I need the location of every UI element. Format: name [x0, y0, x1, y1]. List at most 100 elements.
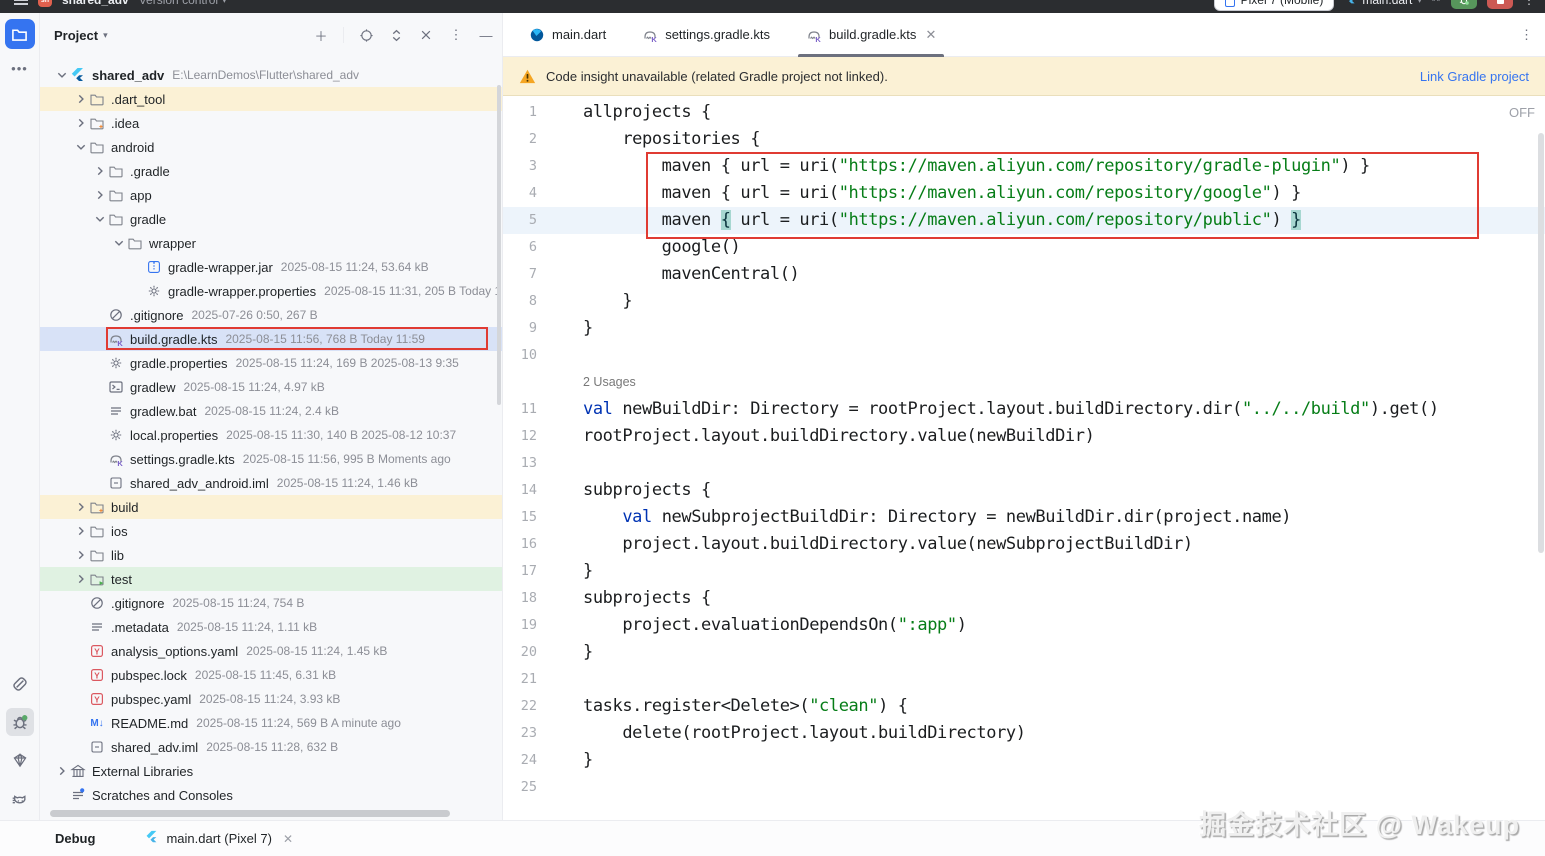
tree-row-gradle.properties[interactable]: gradle.properties2025-08-15 11:24, 169 B… [40, 351, 503, 375]
tree-row-Scratches-and-Consoles[interactable]: Scratches and Consoles [40, 783, 503, 806]
editor-options-icon[interactable]: ⋮ [1520, 27, 1533, 43]
usages-inlay-hint[interactable]: 2 Usages [503, 369, 636, 396]
tree-chevron-icon[interactable] [54, 67, 70, 83]
tree-row-shared_adv[interactable]: shared_advE:\LearnDemos\Flutter\shared_a… [40, 63, 503, 87]
titlebar-project-name[interactable]: shared_adv [62, 0, 129, 7]
hide-panel-icon[interactable]: — [478, 27, 494, 43]
line-number: 12 [503, 423, 559, 450]
tree-chevron-spacer [73, 643, 89, 659]
link-gradle-project-action[interactable]: Link Gradle project [1420, 69, 1529, 84]
code-line-6: 6 google() [503, 234, 1545, 261]
tree-row-gradlew.bat[interactable]: gradlew.bat2025-08-15 11:24, 2.4 kB [40, 399, 503, 423]
tree-row-test[interactable]: test [40, 567, 503, 591]
tree-row-local.properties[interactable]: local.properties2025-08-15 11:30, 140 B … [40, 423, 503, 447]
debug-label[interactable]: Debug [55, 831, 95, 846]
main-menu-icon[interactable] [14, 0, 28, 7]
tree-vertical-scrollbar[interactable] [497, 85, 501, 405]
tree-row-analysis_options.yaml[interactable]: Yanalysis_options.yaml2025-08-15 11:24, … [40, 639, 503, 663]
code-line-20: 20} [503, 639, 1545, 666]
tree-item-label: local.properties [130, 428, 218, 443]
project-tool-button[interactable] [5, 19, 35, 49]
close-icon[interactable]: ✕ [283, 832, 293, 846]
device-selector[interactable]: Pixel 7 (Mobile) [1214, 0, 1335, 11]
more-actions-icon[interactable]: ⋮ [1523, 0, 1535, 7]
inspections-widget[interactable]: OFF [1509, 105, 1535, 120]
tree-chevron-icon[interactable] [111, 235, 127, 251]
tree-chevron-spacer [130, 259, 146, 275]
devtools-cat-icon[interactable] [6, 784, 34, 812]
tree-chevron-icon[interactable] [54, 763, 70, 779]
line-number: 8 [503, 288, 559, 315]
tree-row-.idea[interactable]: .idea [40, 111, 503, 135]
tree-row-.metadata[interactable]: .metadata2025-08-15 11:24, 1.11 kB [40, 615, 503, 639]
tree-row-app[interactable]: app [40, 183, 503, 207]
tree-row-build.gradle.kts[interactable]: Kbuild.gradle.kts2025-08-15 11:56, 768 B… [40, 327, 503, 351]
collapse-all-icon[interactable] [418, 27, 434, 43]
tree-chevron-icon[interactable] [73, 571, 89, 587]
stop-button[interactable] [1487, 0, 1513, 9]
tree-chevron-icon[interactable] [73, 115, 89, 131]
markdown-icon: M↓ [89, 715, 105, 731]
tree-row-gradle-wrapper.jar[interactable]: gradle-wrapper.jar2025-08-15 11:24, 53.6… [40, 255, 503, 279]
tree-row-gradle[interactable]: gradle [40, 207, 503, 231]
tab-build.gradle.kts[interactable]: Kbuild.gradle.kts✕ [788, 13, 954, 57]
file-metadata: 2025-08-15 11:24, 2.4 kB [205, 404, 340, 418]
code-editor[interactable]: 1allprojects {2 repositories {3 maven { … [503, 97, 1545, 820]
code-text: project.evaluationDependsOn(":app") [559, 612, 967, 639]
tree-row-shared_adv.iml[interactable]: shared_adv.iml2025-08-15 11:28, 632 B [40, 735, 503, 759]
tree-row-.gitignore[interactable]: .gitignore2025-07-26 0:50, 267 B [40, 303, 503, 327]
tree-row-shared_adv_android.iml[interactable]: shared_adv_android.iml2025-08-15 11:24, … [40, 471, 503, 495]
project-panel-header: Project▾ ＋ ⋮ — [40, 13, 502, 57]
grid-icon[interactable]: ▫▫ [1432, 0, 1441, 6]
dart-analysis-icon[interactable] [6, 746, 34, 774]
tree-chevron-icon[interactable] [73, 91, 89, 107]
locate-file-icon[interactable] [358, 27, 374, 43]
tree-chevron-spacer [92, 379, 108, 395]
tree-chevron-icon[interactable] [73, 139, 89, 155]
tree-row-wrapper[interactable]: wrapper [40, 231, 503, 255]
code-text: subprojects { [559, 477, 711, 504]
tree-chevron-icon[interactable] [73, 523, 89, 539]
tree-row-gradle-wrapper.properties[interactable]: gradle-wrapper.properties2025-08-15 11:3… [40, 279, 503, 303]
file-metadata: 2025-08-15 11:24, 4.97 kB [184, 380, 325, 394]
more-tool-windows-icon[interactable]: ••• [0, 61, 39, 76]
code-text: maven { url = uri("https://maven.aliyun.… [559, 180, 1301, 207]
expand-collapse-icon[interactable] [388, 27, 404, 43]
tree-row-settings.gradle.kts[interactable]: Ksettings.gradle.kts2025-08-15 11:56, 99… [40, 447, 503, 471]
tree-row-lib[interactable]: lib [40, 543, 503, 567]
scratches-icon [70, 787, 86, 803]
tab-main.dart[interactable]: main.dart [511, 13, 624, 57]
tree-horizontal-scrollbar[interactable] [50, 810, 450, 817]
tree-chevron-icon[interactable] [92, 163, 108, 179]
run-configuration[interactable]: main.dart ▾ [1344, 0, 1422, 8]
editor-vertical-scrollbar[interactable] [1538, 133, 1544, 553]
tree-chevron-icon[interactable] [92, 187, 108, 203]
tree-row-gradlew[interactable]: gradlew2025-08-15 11:24, 4.97 kB [40, 375, 503, 399]
debug-run-button[interactable] [1451, 0, 1477, 9]
tree-row-.gitignore[interactable]: .gitignore2025-08-15 11:24, 754 B [40, 591, 503, 615]
services-icon[interactable] [6, 670, 34, 698]
tree-row-pubspec.yaml[interactable]: Ypubspec.yaml2025-08-15 11:24, 3.93 kB [40, 687, 503, 711]
debug-session-tab[interactable]: main.dart (Pixel 7) ✕ [145, 830, 293, 847]
tree-chevron-icon[interactable] [73, 547, 89, 563]
version-control-menu[interactable]: Version control▾ [139, 0, 227, 7]
tree-row-README.md[interactable]: M↓README.md2025-08-15 11:24, 569 B A min… [40, 711, 503, 735]
project-panel-title[interactable]: Project▾ [54, 28, 108, 43]
add-icon[interactable]: ＋ [313, 27, 329, 43]
tree-row-ios[interactable]: ios [40, 519, 503, 543]
tree-item-label: build.gradle.kts [130, 332, 217, 347]
tree-row-android[interactable]: android [40, 135, 503, 159]
tree-chevron-icon[interactable] [92, 211, 108, 227]
tree-row-build[interactable]: build [40, 495, 503, 519]
tree-row-.gradle[interactable]: .gradle [40, 159, 503, 183]
options-icon[interactable]: ⋮ [448, 27, 464, 43]
tab-settings.gradle.kts[interactable]: Ksettings.gradle.kts [624, 13, 788, 57]
tree-row-.dart_tool[interactable]: .dart_tool [40, 87, 503, 111]
tree-row-External-Libraries[interactable]: External Libraries [40, 759, 503, 783]
tree-chevron-icon[interactable] [73, 499, 89, 515]
debug-tool-button[interactable] [6, 708, 34, 736]
ide-window: sh shared_adv Version control▾ Pixel 7 (… [0, 0, 1545, 856]
gradle-icon: K [806, 27, 822, 43]
tree-row-pubspec.lock[interactable]: Ypubspec.lock2025-08-15 11:45, 6.31 kB [40, 663, 503, 687]
close-icon[interactable]: ✕ [925, 27, 936, 43]
